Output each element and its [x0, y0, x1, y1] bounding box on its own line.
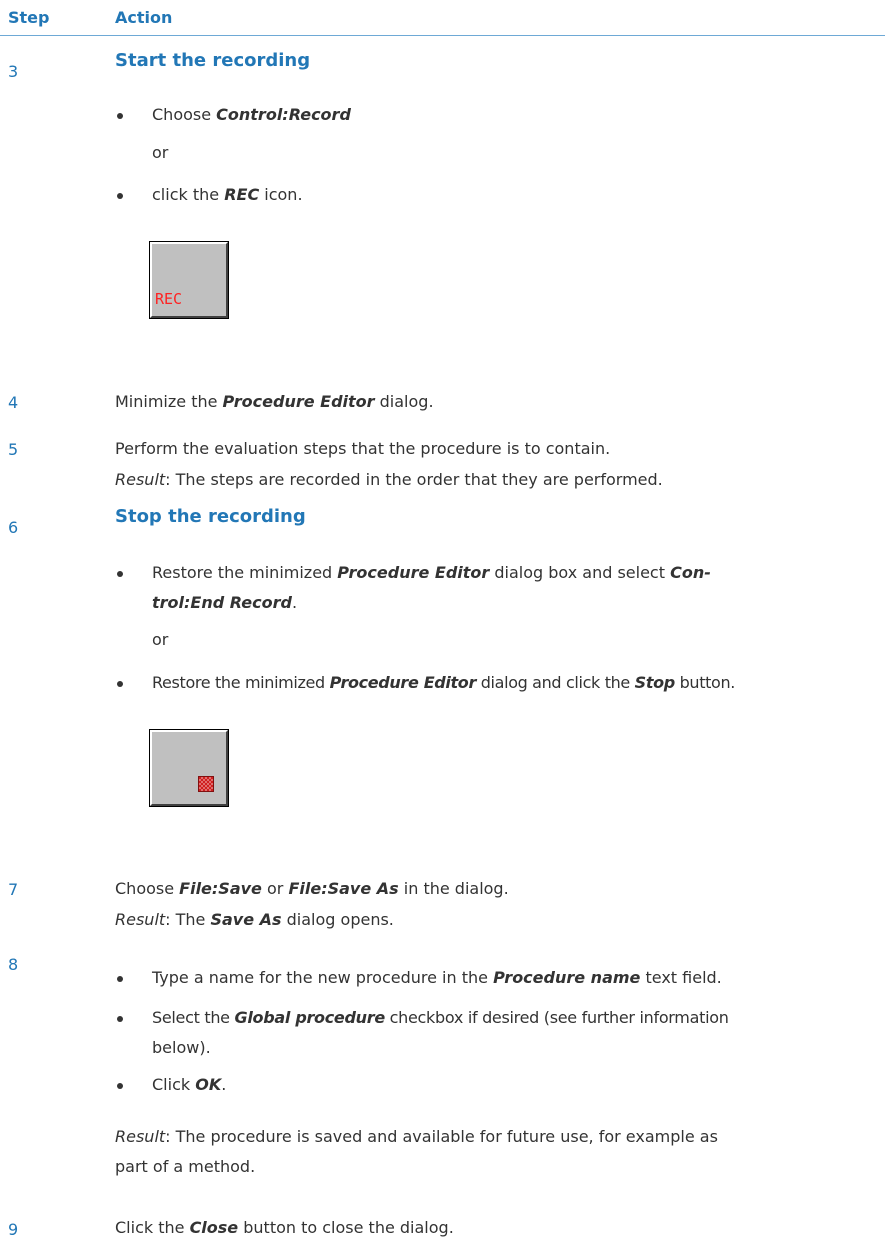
step-number-7: 7 [8, 880, 19, 899]
bullet [117, 1016, 123, 1022]
step-4-text: Minimize the Procedure Editor dialog. [115, 392, 434, 411]
step-6-heading: Stop the recording [115, 506, 306, 527]
rec-icon-label: REC [155, 290, 183, 308]
bullet [117, 571, 123, 577]
step-6-or: or [152, 630, 169, 649]
step-8-bullet-1: Type a name for the new procedure in the… [152, 968, 722, 987]
step-number-9: 9 [8, 1220, 19, 1239]
step-8-bullet-3: Click OK. [152, 1075, 227, 1094]
bullet [117, 1083, 123, 1089]
bullet [117, 113, 123, 119]
step-3-bullet-2: click the REC icon. [152, 185, 303, 204]
step-8-bullet-2: Select the Global procedure checkbox if … [152, 1008, 729, 1057]
step-5-text: Perform the evaluation steps that the pr… [115, 439, 611, 458]
bullet [117, 193, 123, 199]
bullet [117, 976, 123, 982]
step-9-text: Click the Close button to close the dial… [115, 1218, 454, 1237]
step-6-bullet-1: Restore the minimized Procedure Editor d… [152, 563, 711, 612]
step-number-5: 5 [8, 440, 19, 459]
step-7-result: Result: The Save As dialog opens. [115, 910, 394, 929]
step-5-result: Result: The steps are recorded in the or… [115, 470, 663, 489]
step-number-4: 4 [8, 393, 19, 412]
stop-square-icon [198, 776, 214, 792]
column-header-action: Action [115, 8, 173, 27]
step-number-6: 6 [8, 518, 19, 537]
rec-icon: REC [150, 242, 228, 318]
step-8-result: Result: The procedure is saved and avail… [115, 1127, 718, 1176]
bullet [117, 681, 123, 687]
column-header-step: Step [8, 8, 50, 27]
step-3-or: or [152, 143, 169, 162]
step-3-heading: Start the recording [115, 50, 311, 71]
stop-icon [150, 730, 228, 806]
step-7-text: Choose File:Save or File:Save As in the … [115, 879, 509, 898]
step-6-bullet-2: Restore the minimized Procedure Editor d… [152, 673, 736, 692]
step-number-3: 3 [8, 62, 19, 81]
step-3-bullet-1: Choose Control:Record [152, 105, 351, 124]
step-number-8: 8 [8, 955, 19, 974]
header-divider [0, 35, 885, 36]
